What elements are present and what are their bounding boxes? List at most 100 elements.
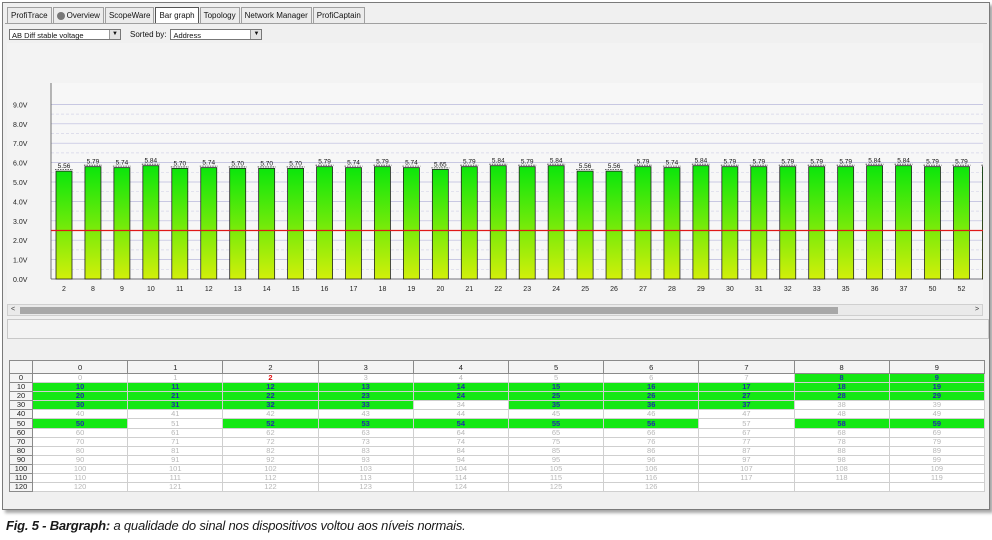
address-cell[interactable]: 68 [793,427,890,438]
address-cell[interactable]: 83 [317,445,414,456]
bar-value-label: 5.84 [695,158,708,165]
address-cell[interactable]: 66 [603,427,700,438]
address-cell[interactable]: 86 [603,445,700,456]
address-cell[interactable]: 118 [793,473,890,484]
bar-value-label: 5.74 [116,160,129,167]
bar [692,165,710,280]
tab-scopeware[interactable]: ScopeWare [104,7,155,23]
bar [171,168,189,280]
x-tick-label: 12 [205,286,213,293]
row-header: 70 [9,436,33,447]
x-tick-label: 14 [263,286,271,293]
scroll-left-icon[interactable]: < [8,305,18,315]
address-cell[interactable]: 69 [888,427,986,438]
address-cell[interactable]: 43 [317,409,414,420]
address-cell[interactable]: 117 [698,473,795,484]
address-cell[interactable]: 59 [888,418,986,429]
x-tick-label: 22 [494,286,502,293]
row-header: 60 [9,427,33,438]
scrollbar-thumb[interactable] [20,307,838,314]
address-cell[interactable]: 56 [603,418,700,429]
sort-select[interactable]: Address ▼ [170,29,263,40]
tab-proficaptain[interactable]: ProfiCaptain [312,7,365,23]
address-cell[interactable]: 126 [603,482,700,493]
address-cell[interactable]: 80 [31,445,129,456]
address-cell[interactable]: 120 [31,482,129,493]
address-cell[interactable]: 75 [507,436,605,447]
address-cell[interactable]: 47 [698,409,795,420]
address-cell[interactable]: 87 [698,445,795,456]
x-tick-label: 24 [552,286,560,293]
address-cell[interactable]: 123 [317,482,414,493]
chevron-down-icon[interactable]: ▼ [250,30,262,39]
tab-profitrace[interactable]: ProfiTrace [7,7,52,23]
address-cell[interactable]: 64 [412,427,509,438]
bar-value-label: 5.79 [376,159,389,166]
scroll-right-icon[interactable]: > [972,305,982,315]
address-cell[interactable]: 58 [793,418,890,429]
address-cell[interactable]: 63 [317,427,414,438]
address-cell[interactable]: 44 [412,409,509,420]
chevron-down-icon[interactable]: ▼ [109,30,120,39]
address-cell[interactable]: 48 [793,409,890,420]
address-cell[interactable]: 74 [412,436,509,447]
address-cell[interactable] [698,482,795,493]
address-cell[interactable]: 61 [127,427,224,438]
tab-network-manager[interactable]: Network Manager [240,7,312,23]
address-cell[interactable]: 46 [603,409,700,420]
address-cell[interactable]: 52 [222,418,319,429]
bar [576,170,594,280]
horizontal-scrollbar[interactable]: < > [7,304,983,316]
address-cell[interactable]: 124 [412,482,509,493]
address-cell[interactable]: 41 [127,409,224,420]
address-cell[interactable]: 42 [222,409,319,420]
address-cell[interactable]: 60 [31,427,129,438]
bar-value-label: 5.79 [463,159,476,166]
address-cell[interactable]: 82 [222,445,319,456]
address-cell[interactable]: 84 [412,445,509,456]
tab-topology[interactable]: Topology [199,7,240,23]
globe-icon [56,11,65,20]
address-cell[interactable] [793,482,890,493]
x-tick-label: 18 [379,286,387,293]
bar [316,166,333,280]
y-tick-label: 4.0V [13,199,28,206]
address-cell[interactable]: 77 [698,436,795,447]
address-cell[interactable]: 125 [507,482,605,493]
address-cell[interactable]: 50 [31,418,129,429]
tab-bar-graph[interactable]: Bar graph [155,7,199,23]
address-cell[interactable]: 76 [603,436,700,447]
address-cell[interactable]: 55 [507,418,605,429]
address-cell[interactable]: 40 [31,409,129,420]
address-cell[interactable]: 72 [222,436,319,447]
address-cell[interactable]: 85 [507,445,605,456]
x-tick-label: 20 [436,286,444,293]
bar [895,165,912,280]
address-cell[interactable]: 54 [412,418,509,429]
measure-select[interactable]: AB Diff stable voltage ▼ [9,29,121,40]
address-cell[interactable]: 119 [888,473,986,484]
address-cell[interactable]: 73 [317,436,414,447]
address-cell[interactable]: 57 [698,418,795,429]
address-cell[interactable]: 121 [127,482,224,493]
address-cell[interactable]: 88 [793,445,890,456]
address-cell[interactable]: 81 [127,445,224,456]
tab-overview[interactable]: Overview [52,7,104,23]
address-cell[interactable]: 70 [31,436,129,447]
address-cell[interactable]: 45 [507,409,605,420]
address-cell[interactable]: 67 [698,427,795,438]
caption-text: a qualidade do sinal nos dispositivos vo… [110,518,466,533]
address-cell[interactable]: 53 [317,418,414,429]
address-cell[interactable] [888,482,986,493]
address-cell[interactable]: 51 [127,418,224,429]
address-cell[interactable]: 89 [888,445,986,456]
address-cell[interactable]: 71 [127,436,224,447]
address-cell[interactable]: 49 [888,409,986,420]
address-cell[interactable]: 78 [793,436,890,447]
address-cell[interactable]: 122 [222,482,319,493]
address-cell[interactable]: 65 [507,427,605,438]
bar-value-label: 5.84 [145,158,158,165]
x-tick-label: 52 [958,286,966,293]
address-cell[interactable]: 62 [222,427,319,438]
address-cell[interactable]: 79 [888,436,986,447]
